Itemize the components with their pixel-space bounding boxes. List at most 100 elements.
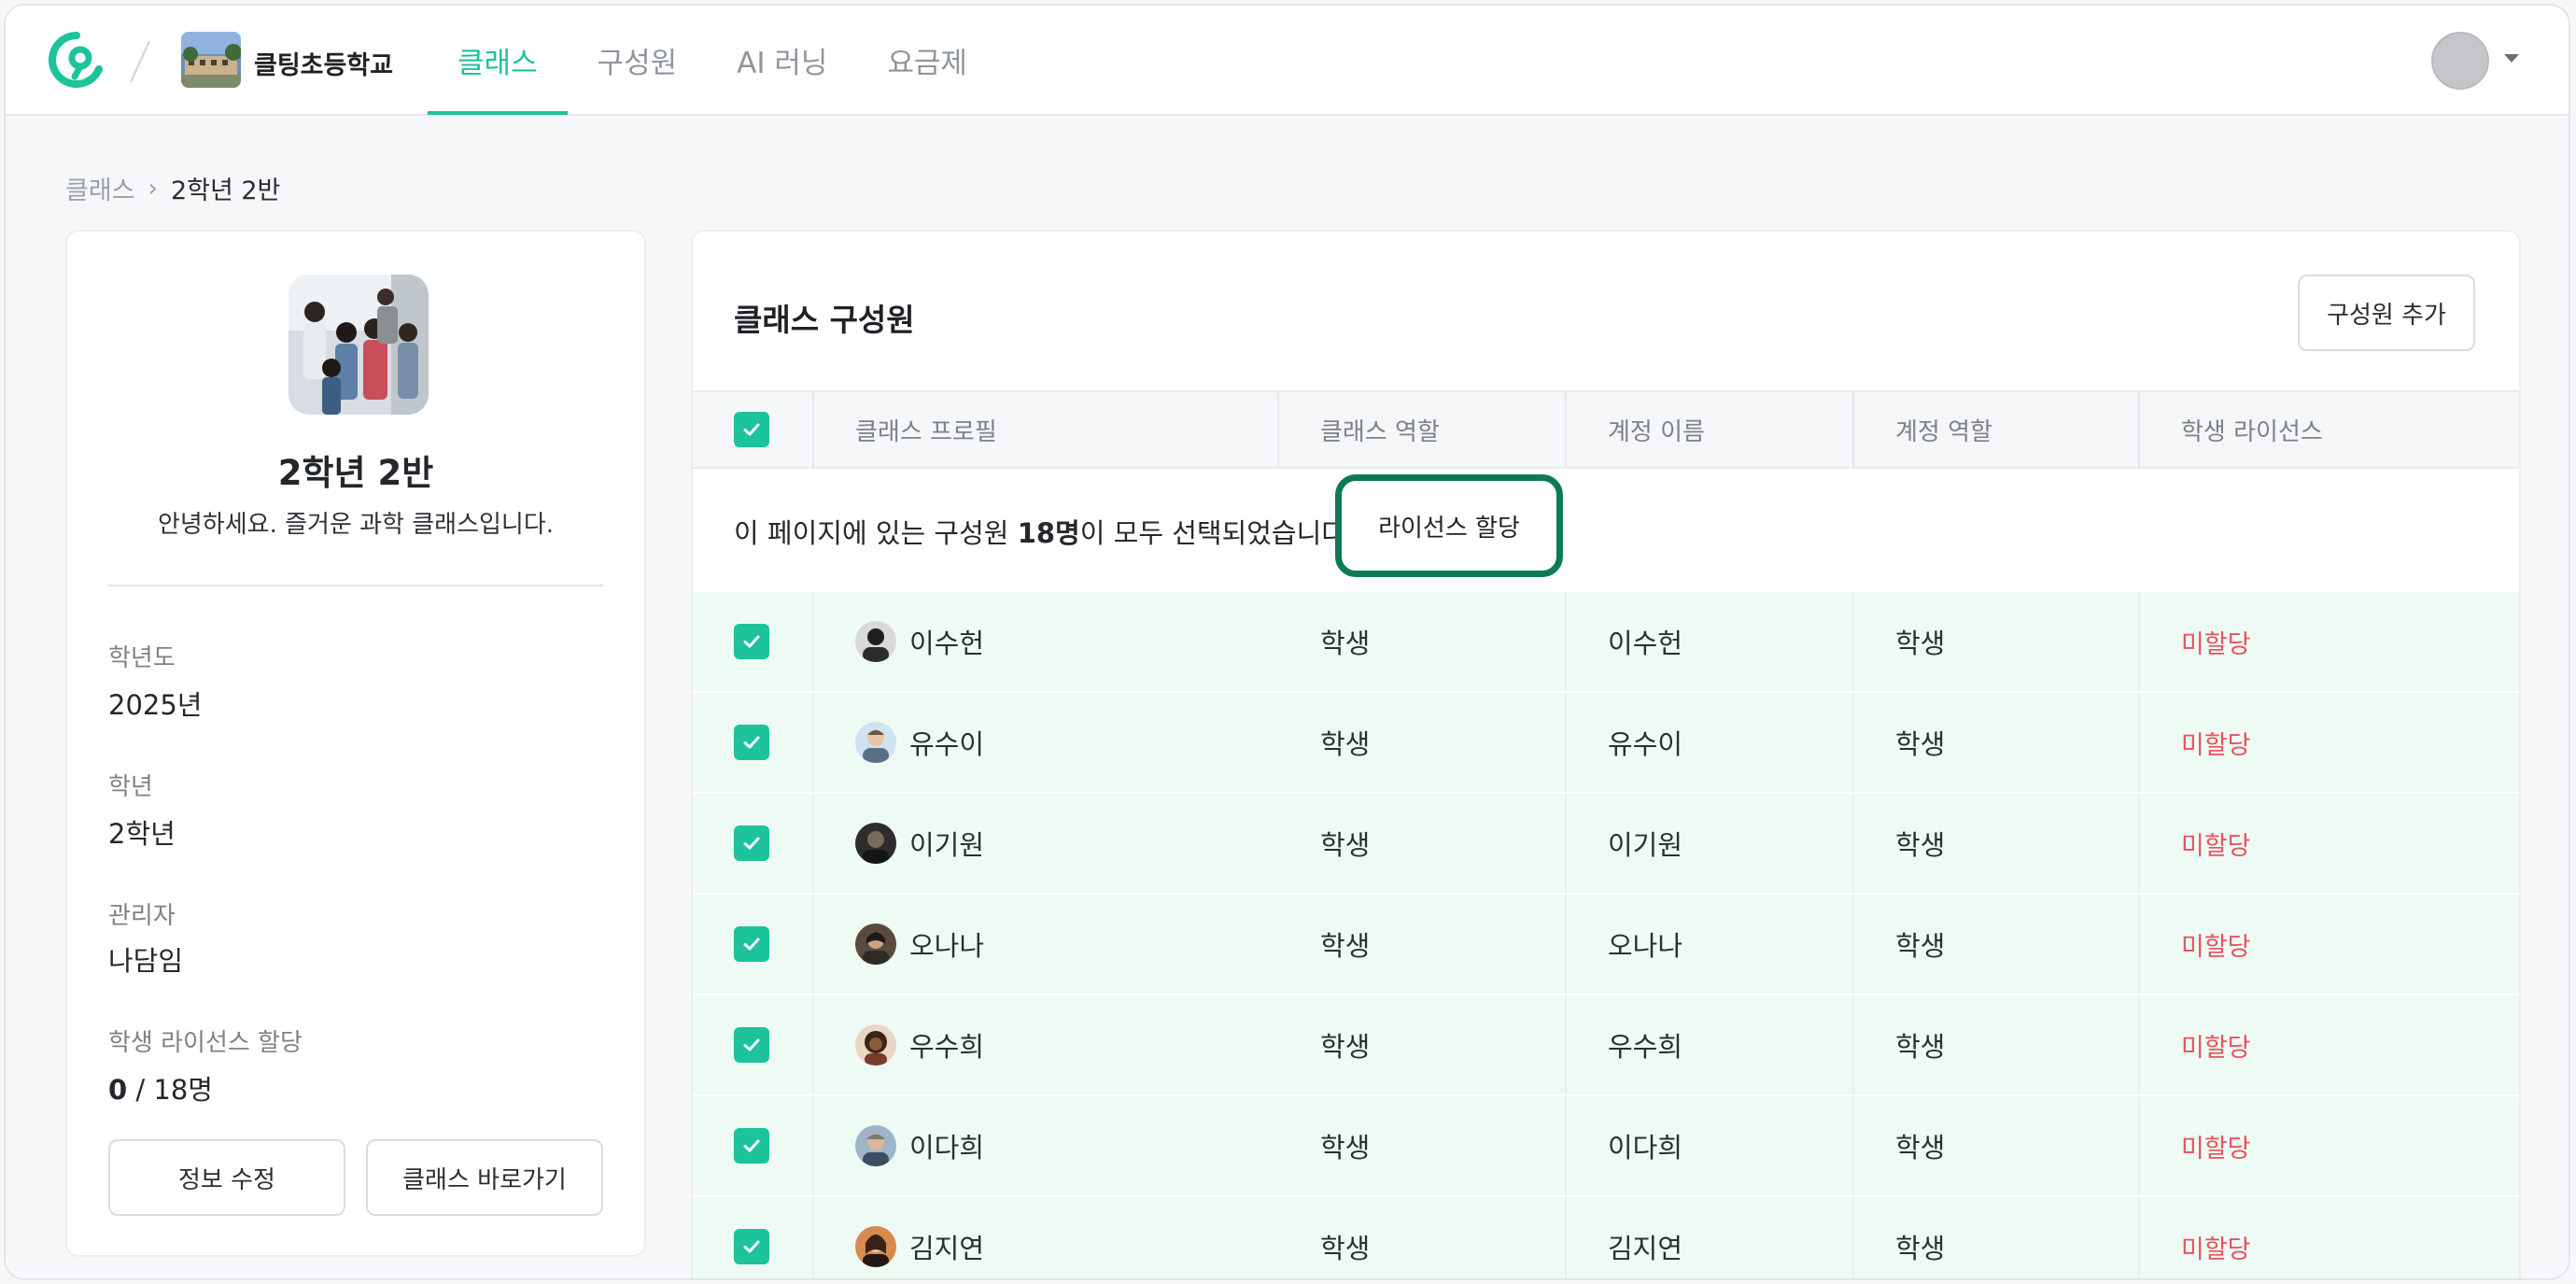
column-header-student-license[interactable]: 학생 라이선스 — [2181, 392, 2323, 467]
member-profile-cell[interactable]: 오나나 — [855, 895, 984, 994]
class-info-card: 2학년 2반 안녕하세요. 즐거운 과학 클래스입니다. 학년도 2025년 학… — [65, 230, 646, 1257]
member-profile-name: 오나나 — [909, 930, 985, 962]
member-profile-cell[interactable]: 이기원 — [855, 794, 984, 893]
row-checkbox[interactable] — [734, 1027, 769, 1063]
table-row[interactable]: 우수희 학생 우수희 학생 미할당 — [693, 994, 2519, 1094]
member-account-role: 학생 — [1895, 930, 1946, 962]
app-logo-icon[interactable] — [47, 30, 106, 90]
license-total-count: / 18명 — [127, 1074, 213, 1106]
member-class-role: 학생 — [1320, 1233, 1371, 1264]
nav-tab-classes[interactable]: 클래스 — [428, 6, 568, 115]
member-license-status: 미할당 — [2181, 730, 2251, 760]
member-profile-cell[interactable]: 유수이 — [855, 693, 984, 792]
table-row[interactable]: 유수이 학생 유수이 학생 미할당 — [693, 691, 2519, 792]
main-nav: 클래스 구성원 AI 러닝 요금제 — [428, 6, 997, 115]
member-account-role: 학생 — [1895, 1031, 1946, 1063]
member-avatar — [855, 1125, 896, 1166]
member-account-role: 학생 — [1895, 628, 1946, 659]
column-header-account-name[interactable]: 계정 이름 — [1608, 392, 1705, 467]
member-avatar — [855, 621, 896, 662]
school-thumbnail — [181, 32, 241, 88]
edit-info-button[interactable]: 정보 수정 — [108, 1139, 345, 1216]
check-icon — [743, 1240, 760, 1253]
member-profile-cell[interactable]: 이수헌 — [855, 592, 984, 691]
selection-message: 이 페이지에 있는 구성원 18명이 모두 선택되었습니다. — [734, 512, 1355, 551]
check-icon — [743, 736, 760, 749]
row-checkbox[interactable] — [734, 1128, 769, 1164]
member-profile-cell[interactable]: 우수희 — [855, 995, 984, 1094]
check-icon — [743, 938, 760, 951]
member-account-name: 오나나 — [1608, 930, 1683, 962]
member-license-status: 미할당 — [2181, 932, 2251, 962]
member-profile-name: 유수이 — [909, 728, 985, 760]
member-account-name: 유수이 — [1608, 728, 1683, 760]
nav-tab-pricing[interactable]: 요금제 — [857, 6, 997, 114]
member-profile-cell[interactable]: 김지연 — [855, 1197, 985, 1278]
breadcrumb-root[interactable]: 클래스 — [65, 170, 135, 206]
check-icon — [743, 837, 760, 850]
grade-label: 학년 — [108, 773, 153, 801]
selection-message-suffix: 이 모두 선택되었습니다. — [1079, 517, 1356, 549]
member-profile-name: 우수희 — [909, 1031, 985, 1063]
member-avatar — [855, 1024, 896, 1065]
member-account-name: 이다희 — [1608, 1132, 1683, 1164]
class-members-panel: 클래스 구성원 구성원 추가 클래스 프로필 클래스 역할 계정 이름 계정 역… — [691, 230, 2521, 1278]
column-header-account-role[interactable]: 계정 역할 — [1895, 392, 1992, 467]
assign-license-button[interactable]: 라이선스 할당 — [1335, 474, 1563, 577]
nav-tab-members[interactable]: 구성원 — [568, 6, 708, 114]
select-all-checkbox[interactable] — [734, 412, 769, 447]
license-assignment-label: 학생 라이선스 할당 — [108, 1029, 303, 1057]
member-account-name: 이수헌 — [1608, 628, 1683, 659]
member-account-role: 학생 — [1895, 829, 1946, 861]
member-profile-cell[interactable]: 이다희 — [855, 1096, 984, 1195]
member-license-status: 미할당 — [2181, 629, 2251, 659]
table-row[interactable]: 김지연 학생 김지연 학생 미할당 — [693, 1195, 2519, 1278]
member-profile-name: 김지연 — [909, 1233, 985, 1264]
member-avatar — [855, 823, 896, 864]
member-profile-name: 이기원 — [909, 829, 985, 861]
breadcrumb-current: 2학년 2반 — [170, 176, 281, 205]
divider-slash-icon — [129, 40, 151, 83]
member-avatar — [855, 1226, 896, 1267]
member-license-status: 미할당 — [2181, 1235, 2251, 1264]
selection-message-prefix: 이 페이지에 있는 구성원 — [734, 517, 1018, 549]
row-checkbox[interactable] — [734, 1229, 769, 1264]
member-avatar — [855, 924, 896, 965]
app-window: 클팅초등학교 클래스 구성원 AI 러닝 요금제 클래스 › 2학년 2반 2학… — [4, 4, 2570, 1280]
row-checkbox[interactable] — [734, 725, 769, 760]
school-year-label: 학년도 — [108, 644, 176, 672]
top-navigation-bar: 클팅초등학교 클래스 구성원 AI 러닝 요금제 — [6, 6, 2569, 116]
member-class-role: 학생 — [1320, 628, 1371, 659]
chevron-down-icon[interactable] — [2504, 54, 2519, 63]
table-row[interactable]: 이다희 학생 이다희 학생 미할당 — [693, 1094, 2519, 1195]
school-name[interactable]: 클팅초등학교 — [254, 45, 393, 81]
manager-value: 나담임 — [108, 945, 184, 977]
table-row[interactable]: 이수헌 학생 이수헌 학생 미할당 — [693, 590, 2519, 691]
school-year-value: 2025년 — [108, 689, 203, 721]
manager-label: 관리자 — [108, 902, 176, 930]
table-header: 클래스 프로필 클래스 역할 계정 이름 계정 역할 학생 라이선스 — [693, 390, 2519, 469]
member-license-status: 미할당 — [2181, 1033, 2251, 1063]
member-account-role: 학생 — [1895, 1233, 1946, 1264]
license-assignment-value: 0 / 18명 — [108, 1068, 213, 1108]
class-photo — [289, 275, 429, 415]
chevron-right-icon: › — [148, 174, 158, 203]
column-header-profile[interactable]: 클래스 프로필 — [855, 392, 997, 467]
class-name: 2학년 2반 — [277, 453, 434, 493]
check-icon — [743, 635, 760, 648]
member-class-role: 학생 — [1320, 728, 1371, 760]
row-checkbox[interactable] — [734, 624, 769, 659]
panel-title: 클래스 구성원 — [734, 302, 915, 338]
member-account-name: 김지연 — [1608, 1233, 1683, 1264]
column-header-class-role[interactable]: 클래스 역할 — [1320, 392, 1440, 467]
row-checkbox[interactable] — [734, 825, 769, 861]
row-checkbox[interactable] — [734, 926, 769, 962]
table-row[interactable]: 오나나 학생 오나나 학생 미할당 — [693, 893, 2519, 994]
user-avatar[interactable] — [2431, 32, 2489, 90]
go-to-class-button[interactable]: 클래스 바로가기 — [366, 1139, 603, 1216]
table-row[interactable]: 이기원 학생 이기원 학생 미할당 — [693, 792, 2519, 893]
member-avatar — [855, 722, 896, 763]
breadcrumb: 클래스 › 2학년 2반 — [65, 170, 280, 206]
nav-tab-ai-learning[interactable]: AI 러닝 — [707, 6, 857, 114]
add-member-button[interactable]: 구성원 추가 — [2298, 275, 2475, 351]
